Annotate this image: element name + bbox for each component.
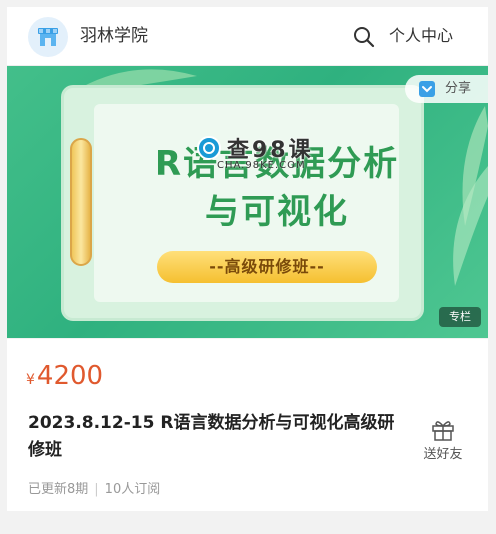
site-name[interactable]: 羽林学院 — [80, 26, 148, 46]
user-center-link[interactable]: 个人中心 — [389, 26, 453, 46]
price-amount: 4200 — [36, 361, 104, 391]
update-count: 已更新8期 — [28, 482, 89, 497]
currency-symbol: ¥ — [26, 372, 35, 388]
watermark-logo-icon — [197, 136, 221, 160]
meta-divider: | — [94, 482, 99, 497]
course-info-card: ¥4200 2023.8.12-15 R语言数据分析与可视化高级研修班 送好友 … — [7, 339, 488, 511]
course-meta: 已更新8期 | 10人订阅 — [28, 478, 160, 497]
course-banner[interactable]: R语言数据分析 与可视化 --高级研修班-- 查98课 CHA.98KE.COM… — [7, 66, 488, 338]
banner-ribbon: --高级研修班-- — [157, 251, 377, 283]
shop-icon — [38, 28, 58, 46]
bamboo-leaf-icon — [453, 106, 488, 286]
gift-icon — [432, 421, 454, 441]
subscriber-count: 10人订阅 — [104, 482, 161, 497]
course-title: 2023.8.12-15 R语言数据分析与可视化高级研修班 — [28, 413, 395, 460]
banner-title-line2: 与可视化 — [205, 192, 349, 232]
search-icon[interactable] — [352, 25, 376, 49]
share-label: 分享 — [445, 81, 472, 96]
site-logo[interactable] — [28, 17, 68, 57]
top-header: 羽林学院 个人中心 — [7, 7, 488, 66]
share-icon — [419, 81, 435, 97]
scroll-rod-decoration — [70, 138, 92, 266]
share-button[interactable]: 分享 — [405, 75, 488, 103]
column-tag: 专栏 — [439, 307, 481, 327]
watermark-subtext: CHA.98KE.COM — [217, 160, 306, 171]
gift-label: 送好友 — [423, 447, 463, 462]
price: ¥4200 — [26, 361, 103, 391]
gift-to-friend-button[interactable]: 送好友 — [419, 419, 467, 463]
